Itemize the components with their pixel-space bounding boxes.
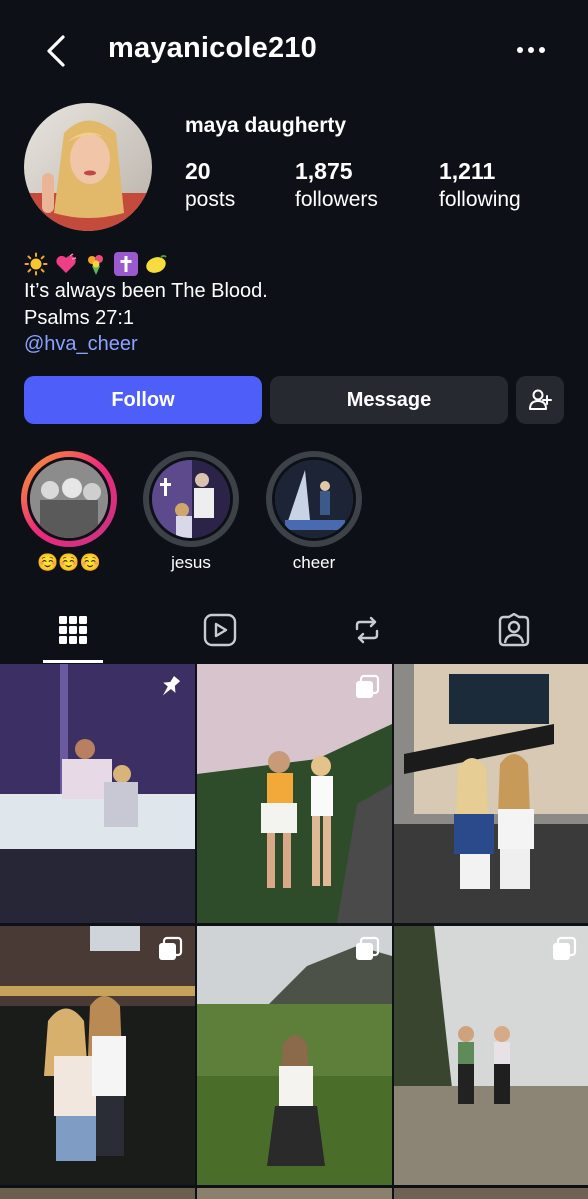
post-image [394, 926, 588, 1185]
stat-followers-count: 1,875 [295, 158, 353, 184]
tab-reposts[interactable] [335, 600, 399, 660]
tab-reels[interactable] [188, 600, 252, 660]
grid-icon [59, 616, 87, 644]
post-thumbnail[interactable] [394, 664, 588, 923]
follow-button[interactable]: Follow [24, 376, 262, 424]
post-thumbnail[interactable] [394, 1188, 588, 1199]
add-person-icon [529, 389, 552, 410]
bio-line-2: Psalms 27:1 [24, 306, 135, 329]
highlight-cover-image [30, 460, 108, 538]
stat-following-count: 1,211 [439, 158, 496, 184]
post-thumbnail[interactable] [0, 1188, 195, 1199]
message-button[interactable]: Message [270, 376, 508, 424]
lemon-emoji-icon [144, 252, 168, 276]
stat-following-label: following [439, 188, 521, 211]
post-image [0, 664, 195, 923]
stat-followers-label: followers [295, 188, 378, 211]
carousel-icon [356, 674, 380, 698]
tab-tagged[interactable] [482, 600, 546, 660]
carousel-icon [356, 936, 380, 960]
reels-icon [203, 613, 237, 647]
cross-emoji-icon [114, 252, 138, 276]
highlight-item[interactable]: ☺️☺️☺️ [21, 451, 117, 573]
highlight-label: ☺️☺️☺️ [37, 553, 101, 572]
highlight-item[interactable]: cheer [266, 451, 362, 573]
post-thumbnail[interactable] [197, 664, 392, 923]
post-image [197, 926, 392, 1185]
post-thumbnail[interactable] [197, 926, 392, 1185]
stat-followers[interactable]: 1,875 followers [295, 156, 378, 214]
sun-emoji-icon [24, 252, 48, 276]
bouquet-emoji-icon [84, 252, 108, 276]
suggest-people-button[interactable] [516, 376, 564, 424]
post-thumbnail[interactable] [0, 664, 195, 923]
bio-mention-link[interactable]: @hva_cheer [24, 331, 268, 358]
profile-username: mayanicole210 [108, 32, 317, 64]
stat-following[interactable]: 1,211 following [439, 156, 521, 214]
bio-emoji-row [24, 250, 268, 278]
post-thumbnail[interactable] [197, 1188, 392, 1199]
top-bar: mayanicole210 [0, 0, 588, 100]
pin-icon [162, 676, 181, 696]
profile-avatar[interactable] [24, 103, 152, 231]
heart-emoji-icon [54, 252, 78, 276]
carousel-icon [553, 936, 577, 960]
post-thumbnail[interactable] [394, 926, 588, 1185]
highlight-label: cheer [292, 553, 336, 572]
highlight-cover-image [275, 460, 353, 538]
carousel-icon [159, 936, 183, 960]
stat-posts[interactable]: 20 posts [185, 156, 235, 214]
more-options-icon[interactable] [512, 36, 552, 64]
bio-line-1: It’s always been The Blood. [24, 280, 268, 302]
stat-posts-label: posts [185, 188, 236, 211]
stat-posts-count: 20 [185, 158, 211, 184]
display-name: maya daugherty [185, 114, 347, 137]
tab-grid[interactable] [41, 600, 105, 660]
tagged-icon [498, 613, 530, 647]
profile-tabs [0, 600, 588, 664]
post-image [197, 664, 392, 923]
post-image [394, 664, 588, 923]
highlight-cover-image [152, 460, 230, 538]
back-arrow-icon[interactable] [40, 32, 76, 70]
post-image [0, 926, 195, 1185]
highlight-label: jesus [171, 553, 211, 572]
reposts-icon [355, 616, 379, 644]
avatar-photo [24, 103, 152, 231]
post-thumbnail[interactable] [0, 926, 195, 1185]
highlight-item[interactable]: jesus [143, 451, 239, 573]
active-tab-indicator [43, 660, 103, 663]
bio: It’s always been The Blood. Psalms 27:1 … [24, 250, 268, 358]
